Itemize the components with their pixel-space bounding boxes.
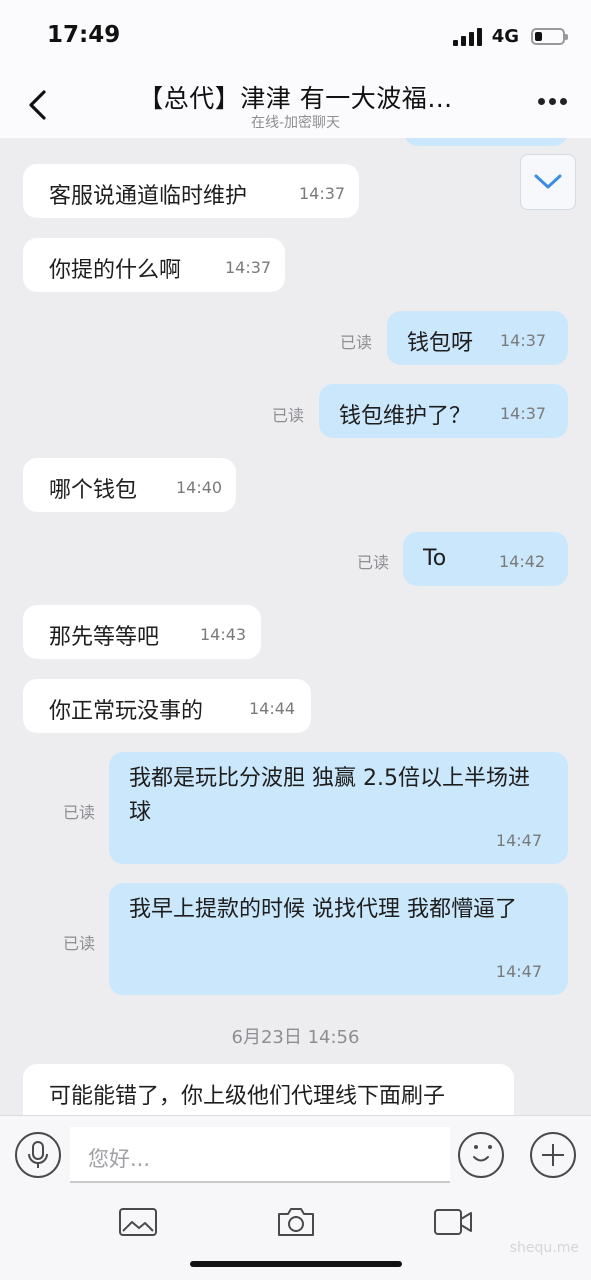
message-time: 14:47 [495, 962, 542, 981]
message-bubble[interactable]: 可能能错了，你上级他们代理线下面刷子 [23, 1064, 514, 1115]
message-text: 我早上提款的时候 说找代理 我都懵逼了 [129, 897, 517, 922]
gallery-button[interactable] [118, 1206, 158, 1242]
date-separator: 6月23日 14:56 [231, 1027, 360, 1048]
read-receipt: 已读 [357, 553, 390, 572]
video-camera-icon [434, 1209, 472, 1235]
message-bubble[interactable]: 我都是玩比分波胆 独赢 2.5倍以上半场进球 14:47 [109, 752, 568, 864]
message-bubble[interactable]: 钱包呀 14:37 [387, 311, 568, 365]
voice-button[interactable] [15, 1132, 61, 1178]
emoji-button[interactable] [458, 1132, 504, 1178]
read-receipt: 已读 [272, 406, 305, 425]
more-dots-icon [538, 98, 545, 105]
message-time: 14:44 [249, 699, 296, 718]
message-text: 客服说通道临时维护 [49, 184, 248, 209]
plus-icon [542, 1144, 564, 1166]
read-receipt: 已读 [340, 333, 373, 352]
smiley-eyes [474, 1145, 492, 1149]
network-label: 4G [491, 26, 519, 47]
top-header: 17:49 4G 【总代】津津 有一大波福… 在线-加密聊天 [0, 0, 591, 138]
message-text: 钱包维护了？ [339, 404, 472, 429]
message-bubble[interactable]: 我早上提款的时候 说找代理 我都懵逼了 14:47 [109, 883, 568, 995]
chat-title: 【总代】津津 有一大波福… [138, 84, 453, 113]
camera-button[interactable] [276, 1206, 316, 1242]
message-bubble[interactable]: 客服说通道临时维护 14:37 [23, 164, 359, 218]
more-button[interactable] [538, 98, 567, 105]
message-text: 那先等等吧 [49, 625, 160, 650]
scroll-down-button[interactable] [520, 154, 576, 210]
message-text: 钱包呀 [407, 331, 474, 356]
message-time: 14:37 [500, 331, 547, 350]
chevron-down-icon [534, 174, 562, 189]
message-text: 你正常玩没事的 [49, 699, 204, 724]
message-time: 14:43 [200, 625, 247, 644]
message-input[interactable]: 您好... [70, 1127, 450, 1183]
battery-icon [531, 28, 568, 45]
message-text: 哪个钱包 [49, 478, 138, 503]
signal-icon [452, 27, 482, 46]
microphone-icon [28, 1141, 48, 1168]
message-bubble[interactable]: 你正常玩没事的 14:44 [23, 679, 311, 733]
read-receipt: 已读 [63, 803, 96, 822]
camera-icon [278, 1208, 314, 1236]
message-time: 14:37 [225, 258, 272, 277]
message-bubble[interactable]: 哪个钱包 14:40 [23, 458, 236, 512]
message-time: 14:37 [299, 184, 346, 203]
chat-area[interactable]: 客服说通道临时维护 14:37 你提的什么啊 14:37 已读 钱包呀 14:3… [0, 138, 591, 1115]
video-button[interactable] [433, 1206, 473, 1242]
watermark: shequ.me [509, 1240, 579, 1256]
battery-level [535, 32, 542, 41]
message-time: 14:37 [500, 404, 547, 423]
read-receipt: 已读 [63, 934, 96, 953]
message-text: To [423, 546, 447, 571]
add-button[interactable] [530, 1132, 576, 1178]
home-indicator [190, 1261, 402, 1267]
message-bubble[interactable]: 钱包维护了？ 14:37 [319, 384, 568, 438]
message-time: 14:40 [176, 478, 223, 497]
image-icon [119, 1208, 157, 1236]
message-text: 我都是玩比分波胆 独赢 2.5倍以上半场进球 [129, 766, 530, 825]
message-bubble[interactable]: 你提的什么啊 14:37 [23, 238, 285, 292]
message-time: 14:47 [495, 831, 542, 850]
partial-bubble [404, 138, 568, 146]
chat-subtitle: 在线-加密聊天 [250, 115, 341, 131]
message-bubble[interactable]: To 14:42 [403, 532, 568, 586]
status-indicators: 4G [452, 26, 568, 47]
status-time: 17:49 [47, 22, 121, 48]
message-bubble[interactable]: 那先等等吧 14:43 [23, 605, 261, 659]
input-bar: 您好... [0, 1115, 591, 1280]
message-text: 可能能错了，你上级他们代理线下面刷子 [49, 1084, 446, 1109]
message-time: 14:42 [499, 552, 546, 571]
message-text: 你提的什么啊 [49, 258, 182, 283]
